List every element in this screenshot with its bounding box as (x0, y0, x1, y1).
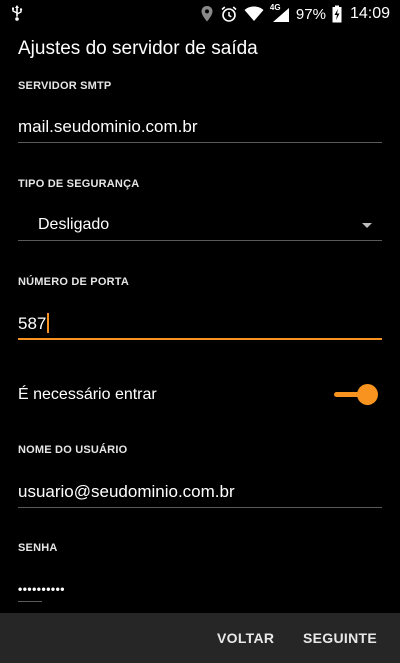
login-required-label: É necessário entrar (18, 386, 157, 403)
login-required-toggle[interactable] (334, 384, 378, 406)
dropdown-arrow-icon (362, 223, 372, 228)
location-icon (201, 6, 213, 22)
wifi-icon (244, 6, 264, 21)
bottom-action-bar: VOLTAR SEGUINTE (0, 613, 400, 663)
smtp-server-input[interactable]: mail.seudominio.com.br (18, 117, 198, 137)
port-number-label: NÚMERO DE PORTA (18, 276, 129, 288)
security-type-underline (18, 240, 382, 241)
password-input[interactable]: •••••••••• (18, 582, 65, 596)
password-underline (18, 601, 42, 602)
battery-charging-icon (332, 5, 342, 23)
usb-icon (12, 5, 23, 21)
password-label: SENHA (18, 542, 58, 554)
battery-percent: 97% (295, 5, 326, 23)
status-bar: 4G 97% 14:09 (0, 0, 400, 28)
back-button[interactable]: VOLTAR (217, 613, 274, 663)
toggle-thumb (357, 384, 378, 405)
clock: 14:09 (349, 5, 390, 22)
username-label: NOME DO USUÁRIO (18, 444, 128, 456)
port-number-underline (18, 338, 382, 340)
username-input[interactable]: usuario@seudominio.com.br (18, 482, 235, 502)
smtp-server-label: SERVIDOR SMTP (18, 80, 112, 92)
alarm-icon (221, 6, 237, 22)
username-underline (18, 507, 382, 508)
smtp-server-underline (18, 142, 382, 143)
security-type-label: TIPO DE SEGURANÇA (18, 178, 140, 190)
page-title: Ajustes do servidor de saída (18, 38, 258, 59)
cell-signal: 4G (270, 3, 290, 23)
port-number-value: 587 (18, 314, 47, 333)
text-cursor (47, 313, 50, 333)
cell-signal-icon (272, 8, 289, 22)
security-type-value: Desligado (38, 216, 110, 233)
port-number-input[interactable]: 587 (18, 313, 50, 334)
next-button[interactable]: SEGUINTE (303, 613, 377, 663)
